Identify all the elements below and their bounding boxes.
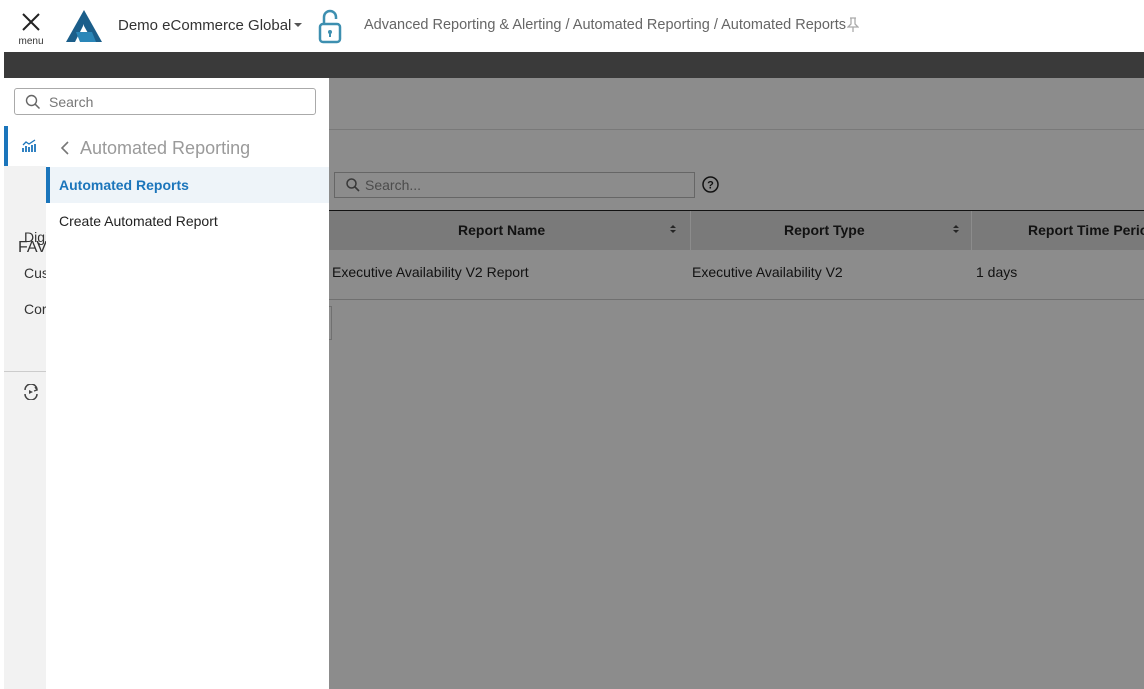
search-icon bbox=[25, 94, 41, 110]
pin-icon[interactable] bbox=[847, 17, 859, 33]
rail-item-reporting[interactable] bbox=[4, 126, 46, 166]
chart-icon bbox=[22, 139, 36, 152]
nav-item-label: Create Automated Report bbox=[59, 213, 218, 229]
rail-favorite-item[interactable]: Digi bbox=[24, 229, 46, 245]
replay-icon[interactable] bbox=[23, 384, 39, 400]
close-icon bbox=[22, 13, 40, 31]
secondary-toolbar bbox=[4, 52, 1144, 78]
nav-item-create-automated-report[interactable]: Create Automated Report bbox=[46, 203, 329, 239]
navigation-drawer: FAV Digi Cus Cor Automated Reporting Aut… bbox=[4, 78, 329, 689]
caret-down-icon[interactable] bbox=[293, 21, 303, 29]
rail-favorite-item[interactable]: Cus bbox=[24, 265, 46, 281]
rail-favorites-list: Digi Cus Cor bbox=[4, 224, 46, 384]
nav-search-input[interactable] bbox=[49, 94, 309, 110]
rail-divider bbox=[4, 371, 46, 372]
nav-panel: Automated Reporting Automated Reports Cr… bbox=[46, 126, 329, 689]
menu-close-button[interactable]: menu bbox=[4, 0, 58, 52]
nav-panel-title[interactable]: Automated Reporting bbox=[80, 138, 250, 159]
unlock-icon[interactable] bbox=[316, 8, 344, 46]
top-bar: menu Demo eCommerce Global Advanced Repo… bbox=[0, 0, 1144, 52]
nav-item-label: Automated Reports bbox=[59, 177, 189, 193]
rail-favorite-item[interactable]: Cor bbox=[24, 301, 46, 317]
nav-rail: FAV Digi Cus Cor bbox=[4, 126, 47, 689]
nav-item-automated-reports[interactable]: Automated Reports bbox=[46, 167, 329, 203]
menu-label: menu bbox=[18, 36, 44, 47]
chevron-left-icon[interactable] bbox=[60, 141, 70, 155]
breadcrumb: Advanced Reporting & Alerting / Automate… bbox=[364, 17, 847, 33]
nav-search-field[interactable] bbox=[14, 88, 316, 115]
brand-logo[interactable] bbox=[66, 10, 102, 42]
org-selector[interactable]: Demo eCommerce Global bbox=[118, 17, 291, 34]
